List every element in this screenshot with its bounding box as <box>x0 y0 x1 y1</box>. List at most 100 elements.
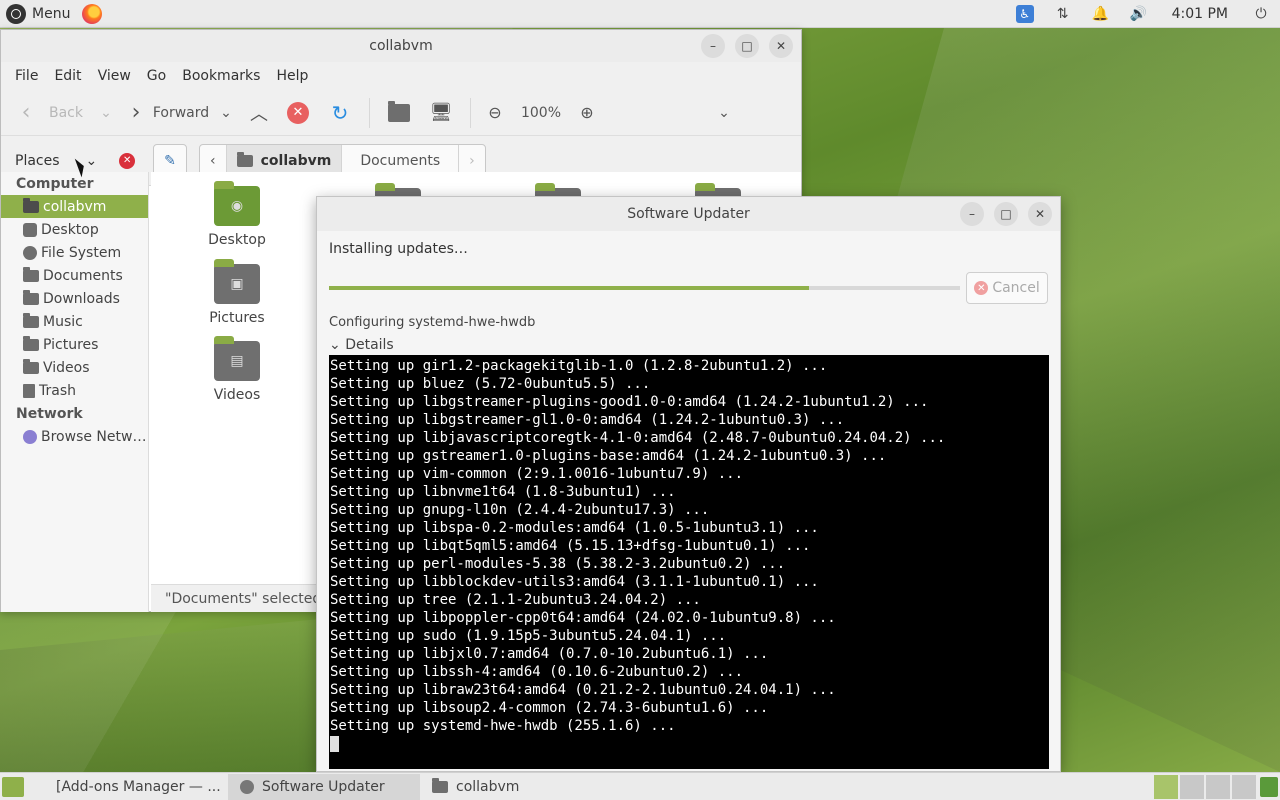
network-icon[interactable]: ⇅ <box>1044 0 1082 28</box>
stop-button[interactable]: ✕ <box>277 95 319 131</box>
menu-bookmarks[interactable]: Bookmarks <box>176 68 266 84</box>
network-icon <box>23 429 37 444</box>
back-arrow-icon[interactable]: ‹ <box>11 95 41 131</box>
maximize-button[interactable]: □ <box>735 34 759 58</box>
menu-go[interactable]: Go <box>141 68 172 84</box>
terminal-line: Setting up sudo (1.9.15p5-3ubuntu5.24.04… <box>330 628 727 644</box>
sidebar-header-network: Network <box>16 406 83 422</box>
sidebar-item-videos[interactable]: Videos <box>1 356 148 379</box>
menu-edit[interactable]: Edit <box>48 68 87 84</box>
menu-help[interactable]: Help <box>270 68 314 84</box>
forward-history-chevron-icon[interactable]: ⌄ <box>211 95 241 131</box>
sidebar-item-pictures[interactable]: Pictures <box>1 333 148 356</box>
show-desktop-button[interactable] <box>2 776 24 797</box>
terminal-output[interactable]: Setting up gir1.2-packagekitglib-1.0 (1.… <box>329 355 1049 769</box>
terminal-line: Setting up libgstreamer-gl1.0-0:amd64 (1… <box>330 412 845 428</box>
home-folder-button[interactable] <box>378 95 420 131</box>
desktop-folder-icon: ◉ <box>214 181 260 226</box>
zoom-out-icon[interactable]: ⊖ <box>479 95 511 131</box>
file-item-pictures[interactable]: ▣ Pictures <box>187 259 287 326</box>
sidebar-item-trash[interactable]: Trash <box>1 379 148 402</box>
toolbar-separator <box>470 97 471 128</box>
close-sidebar-icon[interactable]: ✕ <box>119 152 136 169</box>
menu-label: Menu <box>32 5 71 22</box>
trash-applet-icon[interactable] <box>1260 777 1278 797</box>
window-titlebar[interactable]: Software Updater – □ ✕ <box>317 197 1060 231</box>
sidebar-item-label: Desktop <box>41 221 99 238</box>
zoom-in-icon[interactable]: ⊕ <box>571 95 603 131</box>
taskbar-item-collabvm[interactable]: collabvm <box>420 774 612 800</box>
accessibility-icon[interactable]: ♿ <box>1006 0 1044 28</box>
view-options-chevron-icon[interactable]: ⌄ <box>709 95 739 131</box>
pencil-icon: ✎ <box>164 152 176 169</box>
sidebar-item-downloads[interactable]: Downloads <box>1 287 148 310</box>
menu-file[interactable]: File <box>9 68 44 84</box>
cancel-label: Cancel <box>992 280 1040 296</box>
maximize-button[interactable]: □ <box>994 202 1018 226</box>
back-button[interactable]: Back <box>41 95 91 131</box>
terminal-line: Setting up systemd-hwe-hwdb (255.1.6) ..… <box>330 718 676 734</box>
menu-view[interactable]: View <box>92 68 137 84</box>
stop-icon: ✕ <box>287 101 309 124</box>
workspace-1[interactable] <box>1154 775 1178 799</box>
notifications-icon[interactable]: 🔔 <box>1082 0 1120 28</box>
file-item-desktop[interactable]: ◉ Desktop <box>187 181 287 248</box>
taskbar-item-addons-manager[interactable]: [Add-ons Manager — ... <box>36 774 228 800</box>
terminal-line: Setting up gir1.2-packagekitglib-1.0 (1.… <box>330 358 828 374</box>
sidebar-item-browse-network[interactable]: Browse Netw… <box>1 425 148 448</box>
file-item-videos[interactable]: ▤ Videos <box>187 336 287 403</box>
terminal-line: Setting up libnvme1t64 (1.8-3ubuntu1) ..… <box>330 484 676 500</box>
sidebar-item-label: collabvm <box>43 198 107 215</box>
minimize-button[interactable]: – <box>960 202 984 226</box>
sidebar-item-label: Trash <box>39 382 76 399</box>
workspace-4[interactable] <box>1232 775 1256 799</box>
details-expander[interactable]: ⌄ Details <box>329 337 1048 355</box>
terminal-line: Setting up libpoppler-cpp0t64:amd64 (24.… <box>330 610 836 626</box>
zoom-level[interactable]: 100% <box>511 95 571 131</box>
firefox-icon[interactable] <box>82 3 103 24</box>
sidebar-item-music[interactable]: Music <box>1 310 148 333</box>
sidebar-item-file-system[interactable]: File System <box>1 241 148 264</box>
workspace-2[interactable] <box>1180 775 1204 799</box>
back-history-chevron-icon[interactable]: ⌄ <box>91 95 121 131</box>
power-icon[interactable]: ⏻ <box>1242 0 1280 28</box>
details-label: Details <box>345 337 394 353</box>
cancel-icon: ✕ <box>974 281 989 295</box>
forward-button[interactable]: Forward <box>151 95 211 131</box>
reload-icon[interactable]: ↻ <box>319 95 361 131</box>
wallpaper-facet <box>0 618 330 778</box>
taskbar-item-software-updater[interactable]: Software Updater <box>228 773 420 800</box>
terminal-line: Setting up libjavascriptcoregtk-4.1-0:am… <box>330 430 946 446</box>
close-button[interactable]: ✕ <box>769 34 793 58</box>
terminal-line: Setting up bluez (5.72-0ubuntu5.5) ... <box>330 376 651 392</box>
clock[interactable]: 4:01 PM <box>1158 6 1242 22</box>
window-titlebar[interactable]: collabvm – □ ✕ <box>1 30 801 62</box>
videos-folder-icon: ▤ <box>214 336 260 381</box>
sidebar-item-collabvm[interactable]: collabvm <box>1 195 148 218</box>
main-menu-button[interactable]: Menu <box>0 0 76 28</box>
sidebar-item-documents[interactable]: Documents <box>1 264 148 287</box>
file-item-label: Pictures <box>209 310 265 326</box>
sidebar-item-label: Browse Netw… <box>41 428 147 445</box>
taskbar-item-label: collabvm <box>456 778 520 795</box>
configuring-label: Configuring systemd-hwe-hwdb <box>329 315 536 330</box>
close-button[interactable]: ✕ <box>1028 202 1052 226</box>
minimize-button[interactable]: – <box>701 34 725 58</box>
cancel-button[interactable]: ✕ Cancel <box>966 272 1048 304</box>
software-updater-window: Software Updater – □ ✕ Installing update… <box>316 196 1061 772</box>
taskbar-item-label: Software Updater <box>262 778 385 795</box>
breadcrumb-label: collabvm <box>260 152 332 169</box>
sidebar-item-label: File System <box>41 244 122 261</box>
menubar: File Edit View Go Bookmarks Help <box>1 62 801 90</box>
folder-icon <box>388 100 410 122</box>
workspace-3[interactable] <box>1206 775 1230 799</box>
forward-arrow-icon[interactable]: › <box>121 95 151 131</box>
sidebar-item-label: Documents <box>43 267 123 284</box>
up-icon[interactable]: ︿ <box>241 95 277 131</box>
sidebar-item-desktop[interactable]: Desktop <box>1 218 148 241</box>
folder-icon <box>23 266 39 282</box>
computer-icon[interactable]: 🖥 <box>420 95 462 131</box>
system-tray: ♿ ⇅ 🔔 🔊 4:01 PM ⏻ <box>1006 0 1280 28</box>
terminal-cursor <box>330 736 339 752</box>
volume-icon[interactable]: 🔊 <box>1120 0 1158 28</box>
